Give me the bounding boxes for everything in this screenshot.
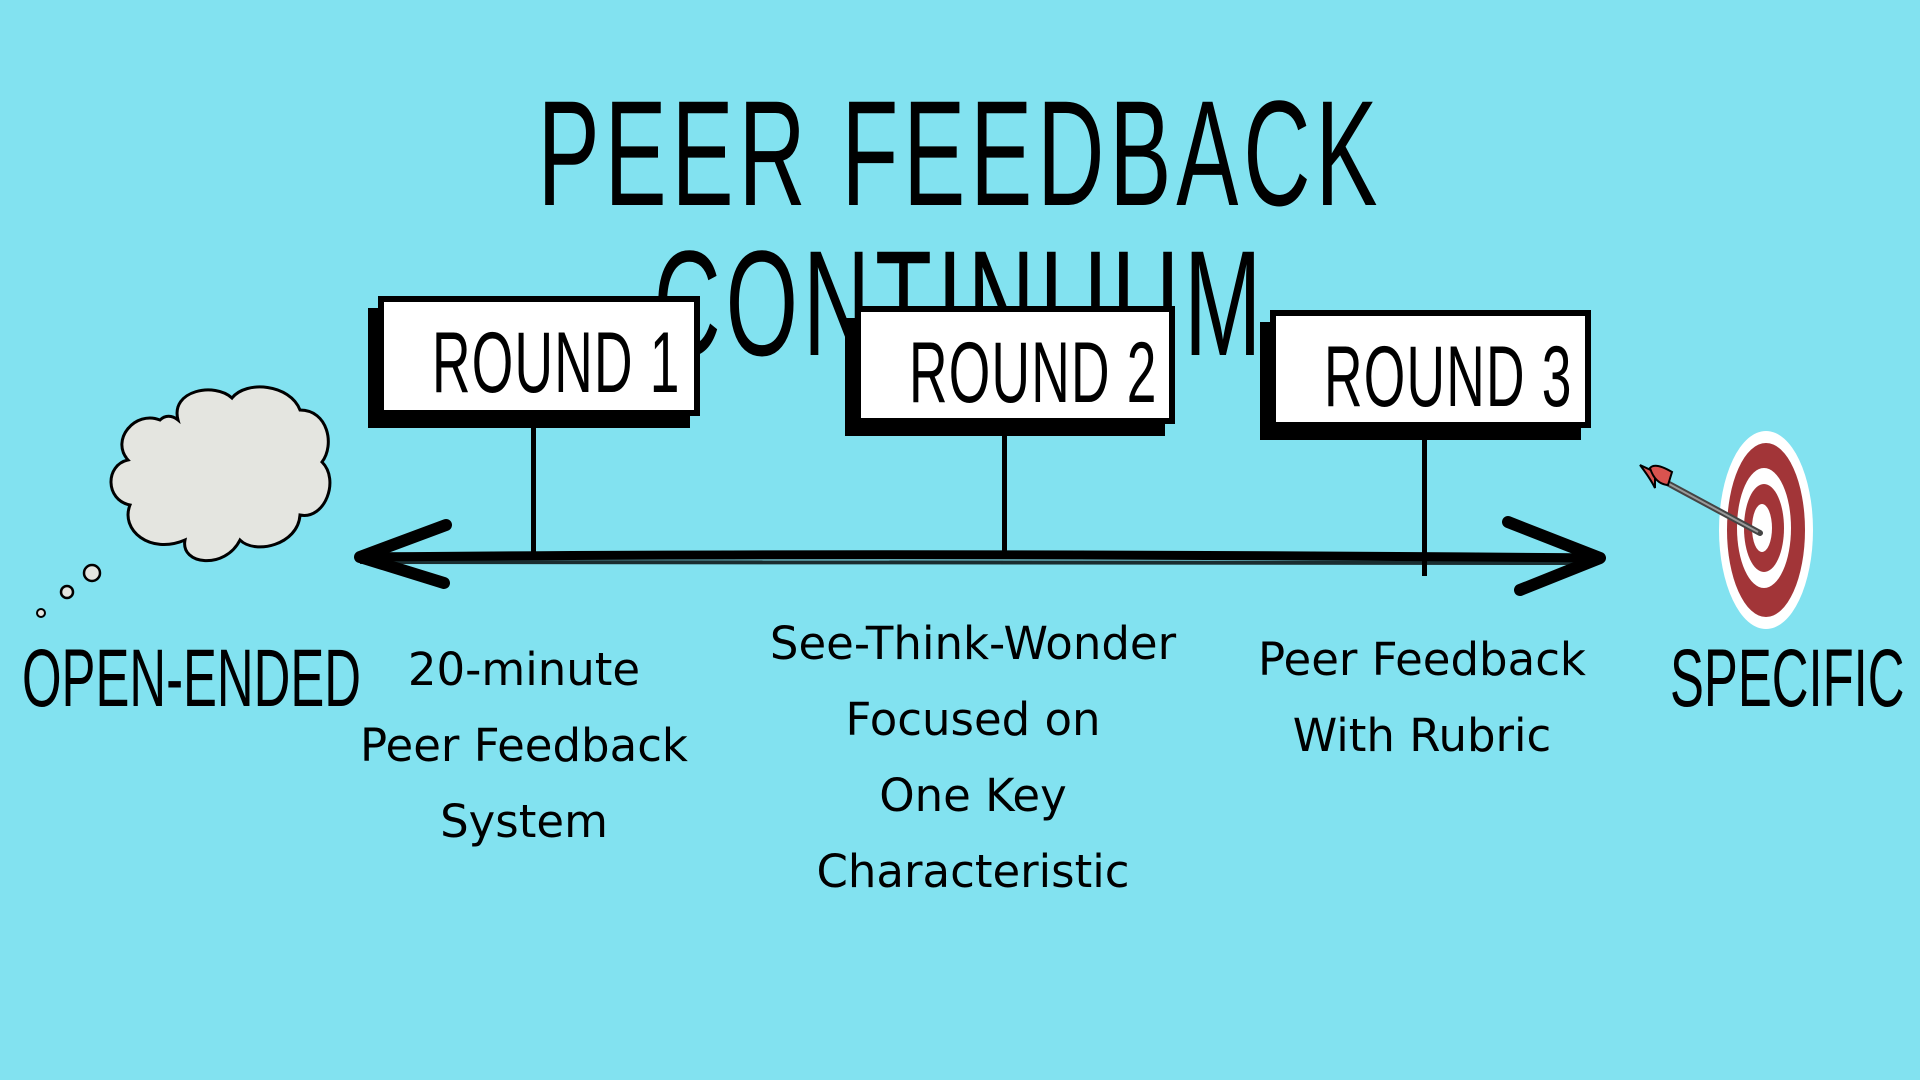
caption-line: 20-minute — [407, 643, 641, 696]
round-2-sign: ROUND 2 — [855, 306, 1175, 424]
caption-line: Peer Feedback — [359, 719, 688, 772]
caption-line: Peer Feedback — [1257, 633, 1586, 686]
round-2-label: ROUND 2 — [909, 325, 1158, 421]
caption-line: See-Think-Wonder — [769, 617, 1177, 670]
round-2-caption: See-Think-Wonder Focused on One Key Char… — [723, 606, 1223, 910]
round-1-caption: 20-minute Peer Feedback System — [324, 632, 724, 860]
caption-line: One Key — [879, 769, 1067, 822]
round-1-label: ROUND 1 — [432, 315, 681, 411]
round-3-post — [1422, 436, 1427, 576]
open-ended-text: OPEN-ENDED — [22, 633, 361, 724]
caption-line: System — [440, 795, 608, 848]
caption-line: Focused on — [845, 693, 1101, 746]
caption-line: With Rubric — [1292, 709, 1552, 762]
target-dart-icon — [1639, 431, 1813, 629]
continuum-axis — [355, 550, 1603, 565]
specific-label: SPECIFIC — [1670, 638, 1920, 720]
continuum-graphics — [36, 385, 1813, 629]
thought-cloud-icon — [36, 385, 332, 618]
round-1-post — [531, 422, 536, 558]
round-2-post — [1002, 431, 1007, 558]
round-3-caption: Peer Feedback With Rubric — [1222, 622, 1622, 774]
specific-text: SPECIFIC — [1670, 633, 1905, 724]
round-1-sign: ROUND 1 — [378, 296, 700, 416]
round-3-sign: ROUND 3 — [1270, 310, 1591, 428]
round-3-label: ROUND 3 — [1324, 329, 1573, 425]
caption-line: Characteristic — [816, 845, 1130, 898]
